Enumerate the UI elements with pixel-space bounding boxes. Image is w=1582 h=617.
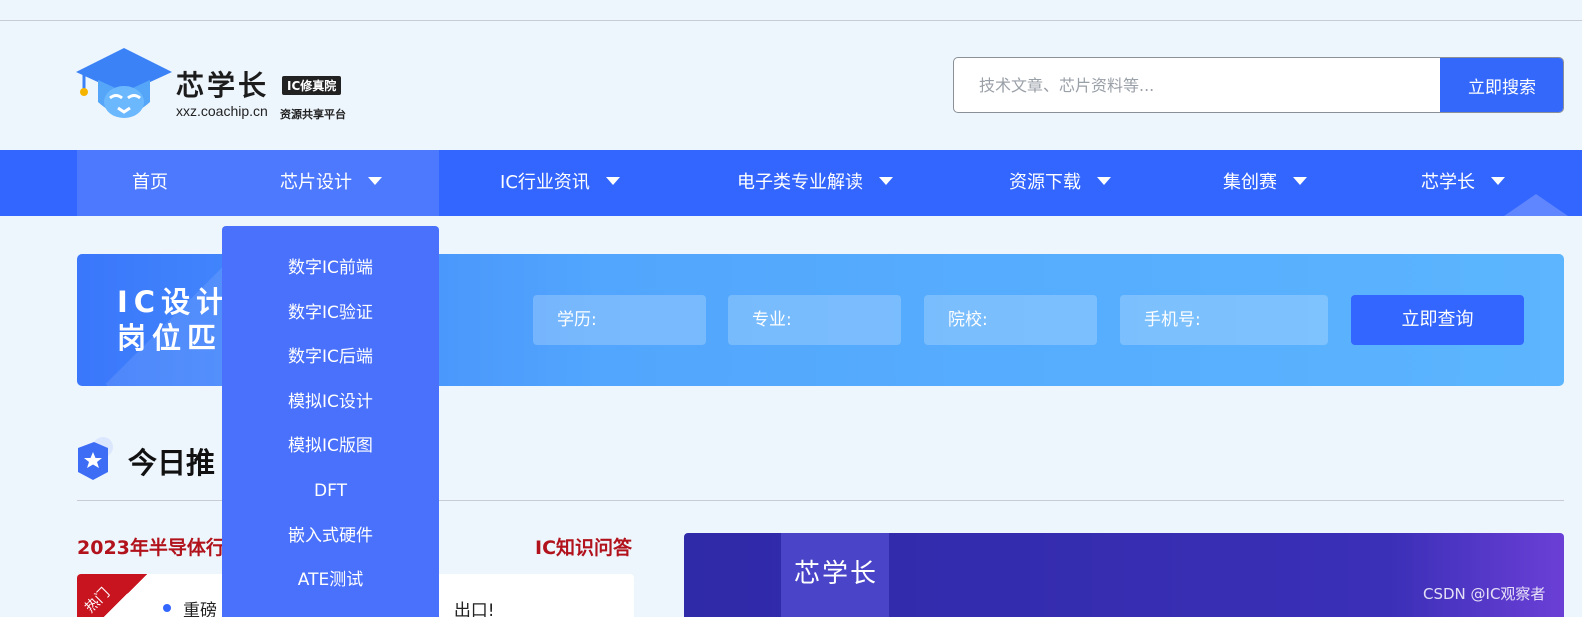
dropdown-item-analog-design[interactable]: 模拟IC设计 <box>222 387 439 417</box>
news-item-text-tail: 出口! <box>453 601 495 617</box>
caret-down-icon <box>368 177 382 185</box>
dropdown-item-digital-backend[interactable]: 数字IC后端 <box>222 342 439 372</box>
nav-item-home[interactable]: 首页 <box>77 150 223 216</box>
search-button[interactable]: 立即搜索 <box>1440 58 1563 112</box>
dropdown-item-digital-verification[interactable]: 数字IC验证 <box>222 298 439 328</box>
site-logo[interactable]: 芯学长 IC修真院 xxz.coachip.cn 资源共享平台 <box>76 46 366 124</box>
graduation-cap-icon <box>76 48 172 118</box>
caret-down-icon <box>1293 177 1307 185</box>
recommend-title: 今日推 <box>128 446 216 480</box>
ic-qa-link[interactable]: IC知识问答 <box>535 533 632 560</box>
phone-field[interactable]: 手机号: <box>1120 295 1328 345</box>
logo-subtitle: 资源共享平台 <box>280 108 346 121</box>
major-field[interactable]: 专业: <box>728 295 901 345</box>
news-item-text: 重磅 <box>183 601 217 617</box>
bullet-dot-icon <box>163 604 171 612</box>
caret-down-icon <box>1097 177 1111 185</box>
nav-item-label: IC行业资讯 <box>500 172 590 193</box>
nav-item-major[interactable]: 电子类专业解读 <box>705 150 925 216</box>
nav-item-competition[interactable]: 集创赛 <box>1200 150 1330 216</box>
search-bar: 立即搜索 <box>953 57 1564 113</box>
nav-item-label: 芯学长 <box>1421 172 1475 193</box>
nav-item-label: 首页 <box>132 172 168 193</box>
dropdown-item-ate-test[interactable]: ATE测试 <box>222 565 439 595</box>
dropdown-item-embedded-hw[interactable]: 嵌入式硬件 <box>222 521 439 551</box>
logo-badge: IC修真院 <box>282 76 342 95</box>
logo-name: 芯学长 <box>176 69 270 102</box>
promo-text: 芯学长 <box>794 559 879 589</box>
caret-down-icon <box>605 177 620 185</box>
promo-banner[interactable]: 芯学长 <box>684 533 1564 617</box>
education-field[interactable]: 学历: <box>533 295 706 345</box>
nav-item-label: 电子类专业解读 <box>737 172 863 193</box>
logo-url: xxz.coachip.cn <box>176 103 268 119</box>
school-field[interactable]: 院校: <box>924 295 1097 345</box>
hot-tag-label: 热门 <box>82 585 114 617</box>
caret-down-icon <box>879 177 893 185</box>
nav-item-label: 芯片设计 <box>280 172 352 193</box>
nav-item-downloads[interactable]: 资源下载 <box>985 150 1135 216</box>
dropdown-item-dft[interactable]: DFT <box>222 476 439 506</box>
dropdown-item-analog-layout[interactable]: 模拟IC版图 <box>222 431 439 461</box>
star-badge-icon <box>78 437 113 480</box>
main-nav: 首页 芯片设计 IC行业资讯 电子类专业解读 资源下载 集创赛 芯学长 <box>0 150 1582 216</box>
search-input[interactable] <box>954 58 1441 112</box>
nav-item-label: 集创赛 <box>1223 172 1277 193</box>
top-divider <box>0 20 1582 21</box>
watermark: CSDN @IC观察者 <box>1423 585 1546 603</box>
nav-item-ic-news[interactable]: IC行业资讯 <box>470 150 650 216</box>
nav-item-label: 资源下载 <box>1009 172 1081 193</box>
hot-tag: 热门 <box>77 574 157 617</box>
chip-design-dropdown: 数字IC前端 数字IC验证 数字IC后端 模拟IC设计 模拟IC版图 DFT 嵌… <box>222 226 439 617</box>
nav-item-chip-design[interactable]: 芯片设计 <box>223 150 439 216</box>
industry-section-title[interactable]: 2023年半导体行 <box>77 533 225 560</box>
query-button[interactable]: 立即查询 <box>1351 295 1524 345</box>
dropdown-item-digital-frontend[interactable]: 数字IC前端 <box>222 253 439 283</box>
nav-corner-decoration <box>1504 194 1568 216</box>
caret-down-icon <box>1491 177 1505 185</box>
